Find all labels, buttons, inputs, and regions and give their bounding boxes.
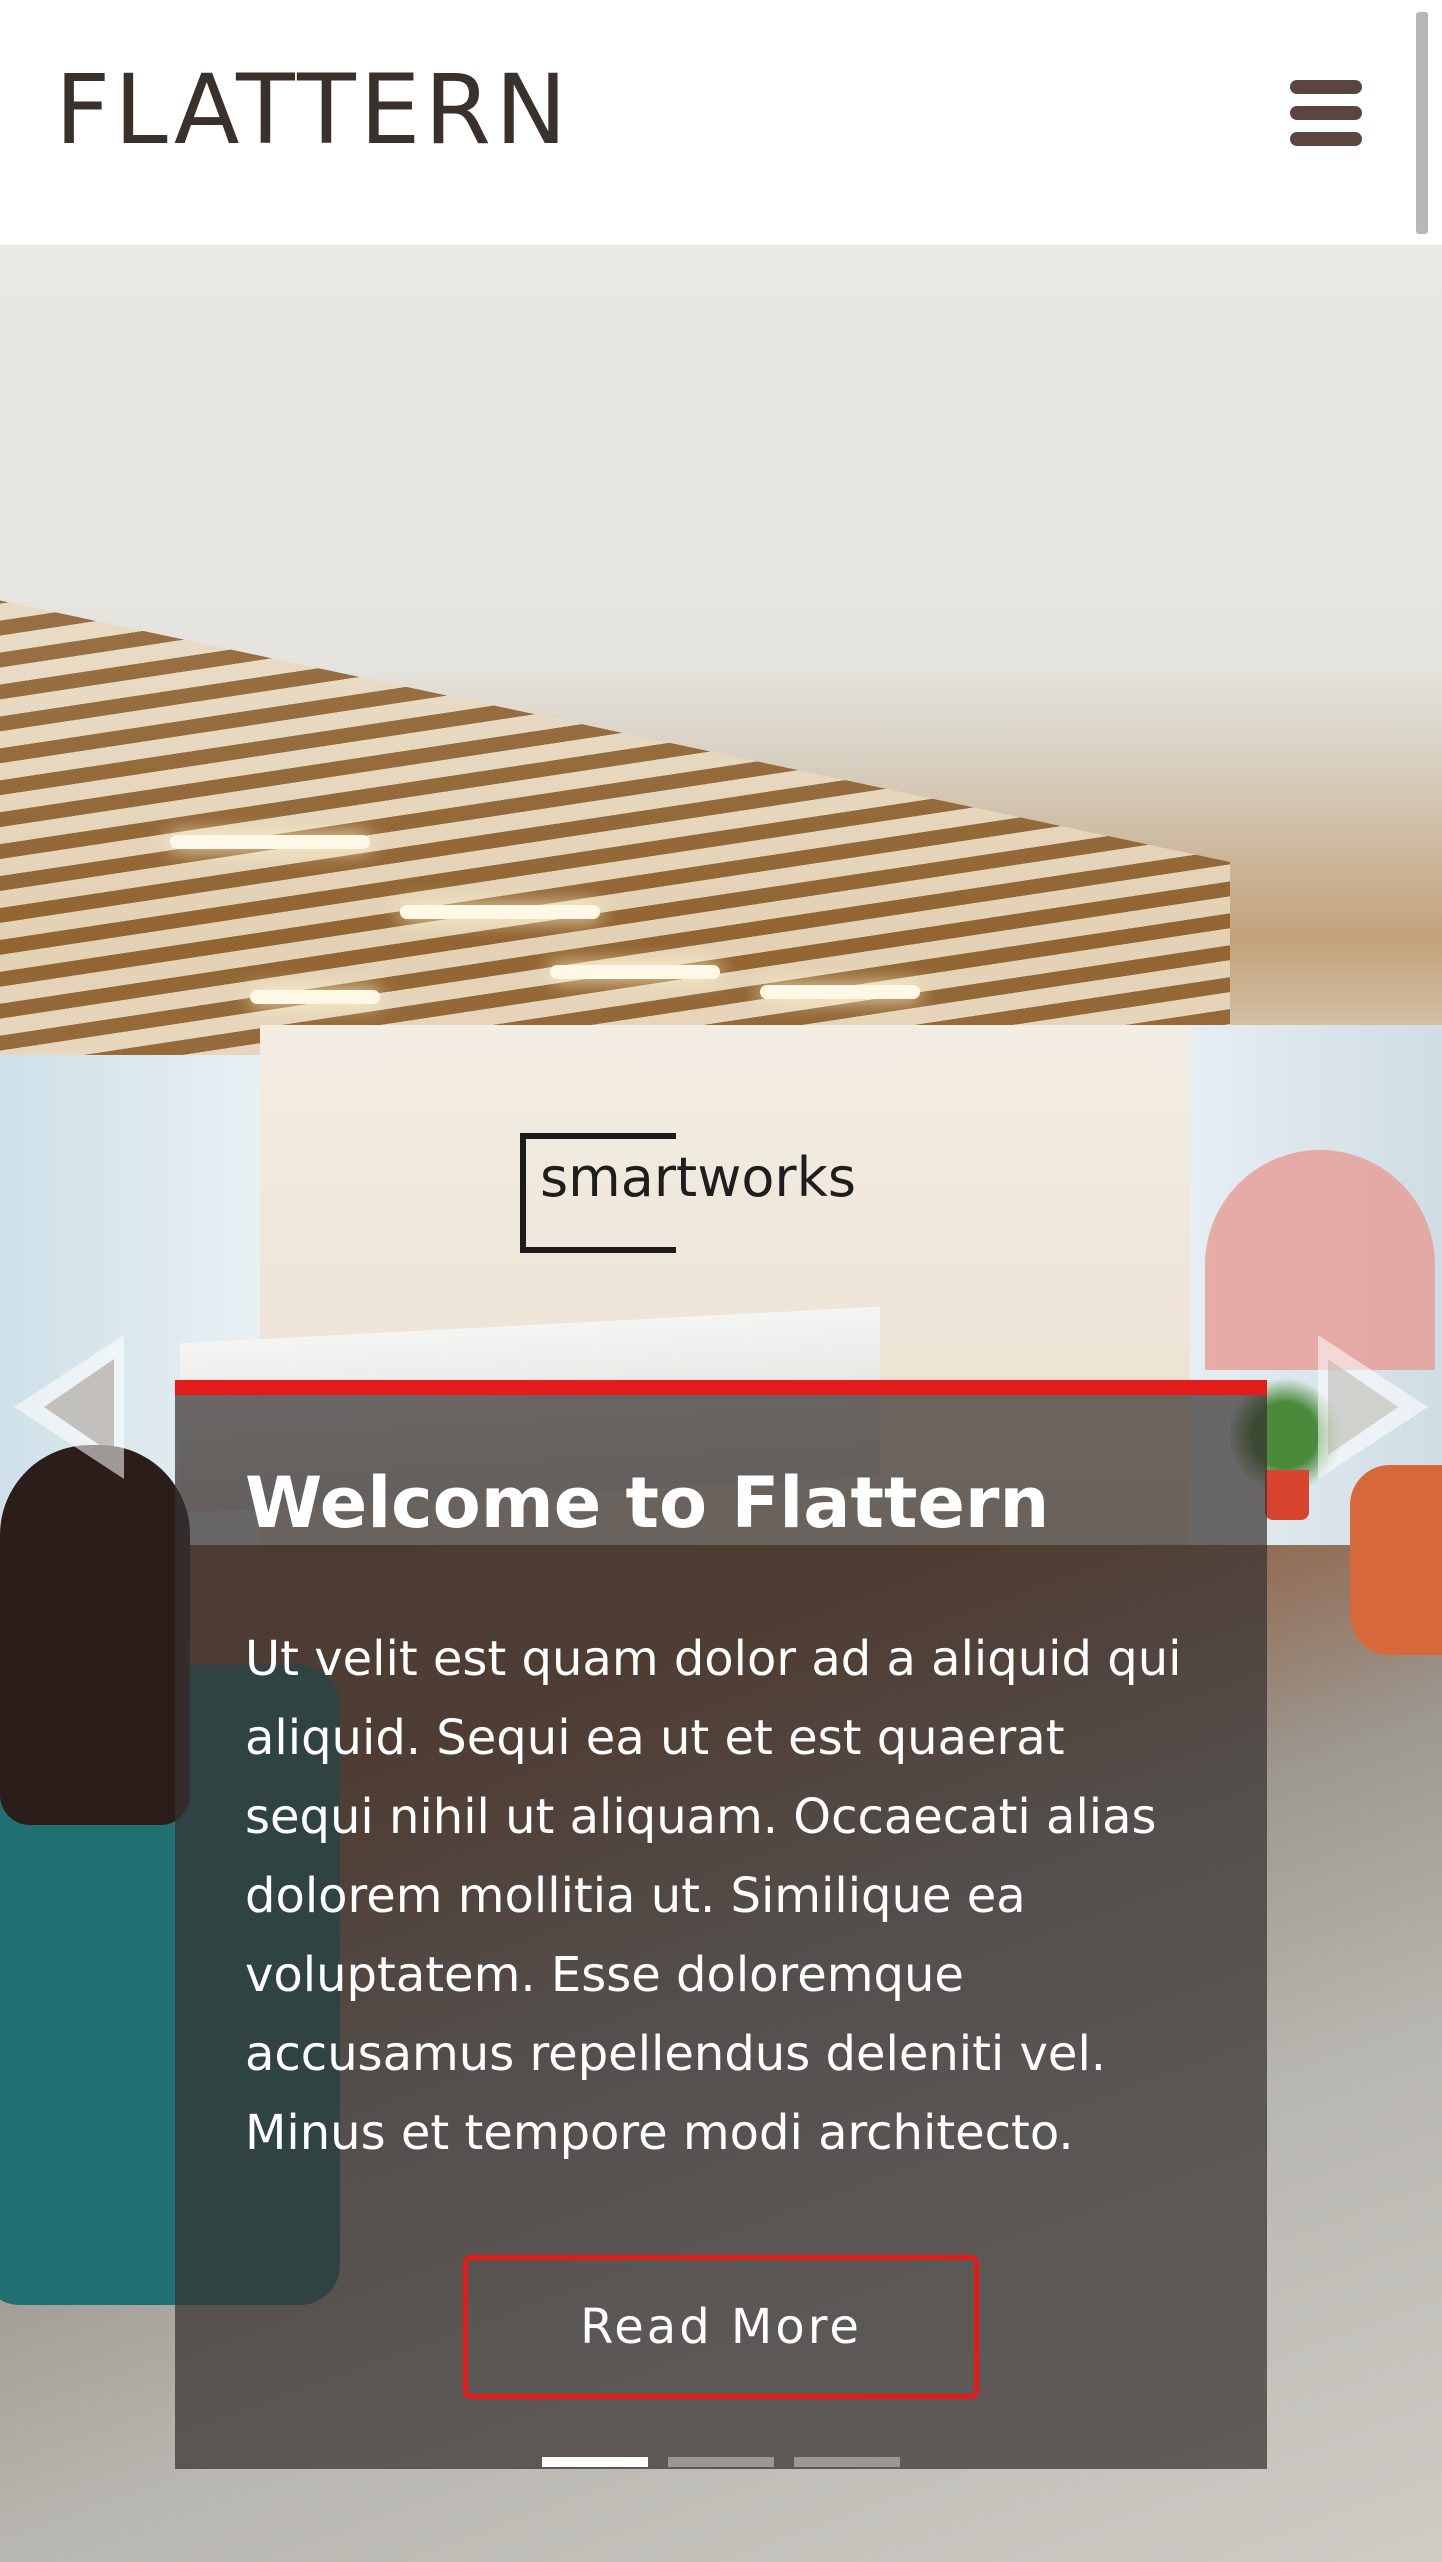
- carousel-indicator-2[interactable]: [668, 2457, 774, 2467]
- chevron-right-icon[interactable]: [1318, 1335, 1428, 1479]
- site-logo[interactable]: FLATTERN: [55, 62, 571, 158]
- photo-plant-pot: [1265, 1470, 1309, 1520]
- photo-chair: [1350, 1465, 1442, 1655]
- photo-brand-sign-text: smartworks: [540, 1146, 857, 1209]
- photo-ceiling-light: [550, 965, 720, 979]
- chevron-left-icon[interactable]: [14, 1335, 124, 1479]
- hamburger-menu-icon[interactable]: [1284, 80, 1368, 148]
- carousel-indicator-3[interactable]: [794, 2457, 900, 2467]
- menu-bar: [1290, 132, 1362, 146]
- photo-ceiling-light: [250, 990, 380, 1004]
- slide-title: Welcome to Flattern: [245, 1462, 1050, 1544]
- slide-description: Ut velit est quam dolor ad a aliquid qui…: [245, 1631, 1182, 2161]
- photo-ceiling-light: [170, 835, 370, 849]
- read-more-button[interactable]: Read More: [463, 2255, 979, 2399]
- scrollbar[interactable]: [1416, 12, 1428, 234]
- photo-person: [0, 1445, 190, 1825]
- photo-ceiling-light: [400, 905, 600, 919]
- menu-bar: [1290, 80, 1362, 94]
- carousel-indicators: [542, 2457, 900, 2467]
- menu-bar: [1290, 106, 1362, 120]
- site-header: FLATTERN: [0, 0, 1442, 245]
- photo-ceiling-light: [760, 985, 920, 999]
- hero-carousel: smartworks Welcome to Flattern Ut velit …: [0, 245, 1442, 2562]
- carousel-indicator-1[interactable]: [542, 2457, 648, 2467]
